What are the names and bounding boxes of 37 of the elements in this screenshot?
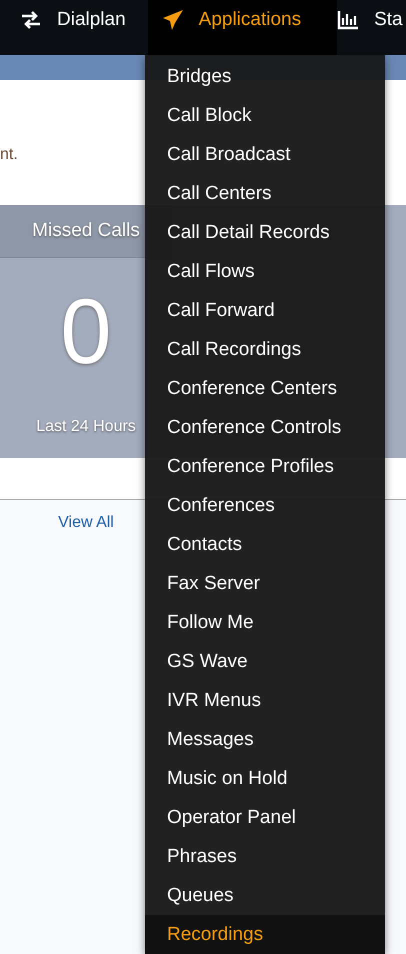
card-caption: Last 24 Hours [36,418,136,436]
menu-item[interactable]: Conference Controls [145,408,385,447]
menu-item[interactable]: Call Broadcast [145,135,385,174]
menu-item[interactable]: Call Block [145,96,385,135]
menu-item[interactable]: IVR Menus [145,681,385,720]
menu-item[interactable]: Recordings [145,915,385,954]
arrows-icon [20,11,42,29]
menu-item[interactable]: Conference Profiles [145,447,385,486]
menu-item[interactable]: Bridges [145,57,385,96]
menu-item[interactable]: Conference Centers [145,369,385,408]
menu-item[interactable]: Music on Hold [145,759,385,798]
nav-label: Applications [198,9,302,31]
menu-item[interactable]: Call Detail Records [145,213,385,252]
menu-item[interactable]: Call Forward [145,291,385,330]
nav-item[interactable]: Dialplan [20,0,148,40]
nav-item[interactable]: Applications [148,0,338,55]
menu-item[interactable]: Contacts [145,525,385,564]
menu-item[interactable]: Operator Panel [145,798,385,837]
paper-plane-icon [162,9,184,31]
menu-item[interactable]: Messages [145,720,385,759]
view-all-link[interactable]: View All [58,514,114,560]
menu-item[interactable]: Call Recordings [145,330,385,369]
menu-item[interactable]: Queues [145,876,385,915]
menu-item[interactable]: Follow Me [145,603,385,642]
message-text: nt. [0,146,18,164]
menu-item[interactable]: Call Flows [145,252,385,291]
nav-label: Dialplan [57,9,126,31]
menu-item[interactable]: Phrases [145,837,385,876]
nav-label: Sta [374,9,403,31]
bar-chart-icon [337,10,360,30]
missed-count: 0 [60,286,112,378]
menu-item[interactable]: Conferences [145,486,385,525]
menu-item[interactable]: Fax Server [145,564,385,603]
card-title: Missed Calls [32,220,140,242]
menu-item[interactable]: GS Wave [145,642,385,681]
nav-item[interactable]: Sta [337,0,406,40]
menu-item[interactable]: Call Centers [145,174,385,213]
